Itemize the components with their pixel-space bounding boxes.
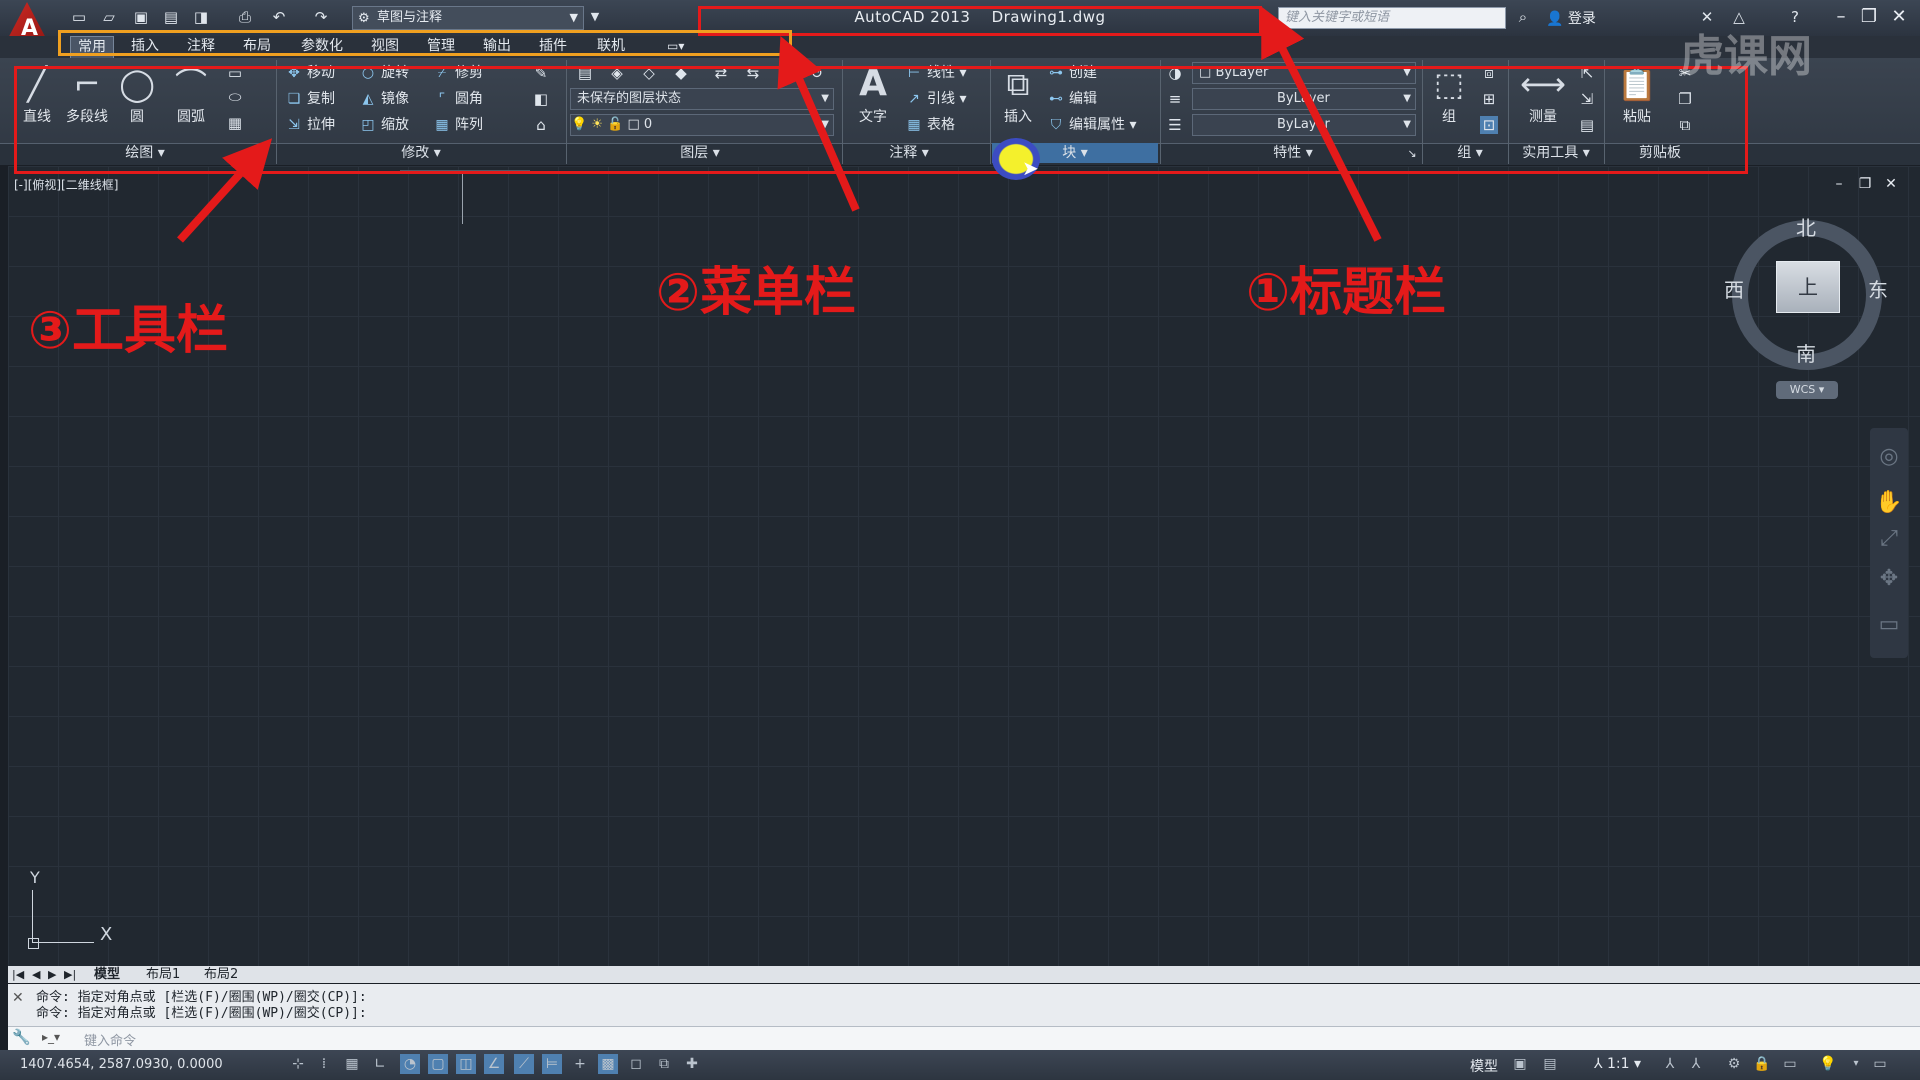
mouse-pointer-icon: ➤ <box>1022 156 1039 180</box>
title-bar-arrow <box>1261 6 1382 242</box>
annotation-arrows <box>177 6 1382 243</box>
toolbar-arrow <box>177 138 273 243</box>
menu-bar-annotation: ②菜单栏 <box>656 263 857 323</box>
watermark: 虎课网 <box>1680 31 1812 82</box>
title-bar-annotation: ①标题栏 <box>1246 263 1447 323</box>
menu-bar-arrow <box>777 35 860 212</box>
toolbar-annotation: ③工具栏 <box>28 301 229 361</box>
